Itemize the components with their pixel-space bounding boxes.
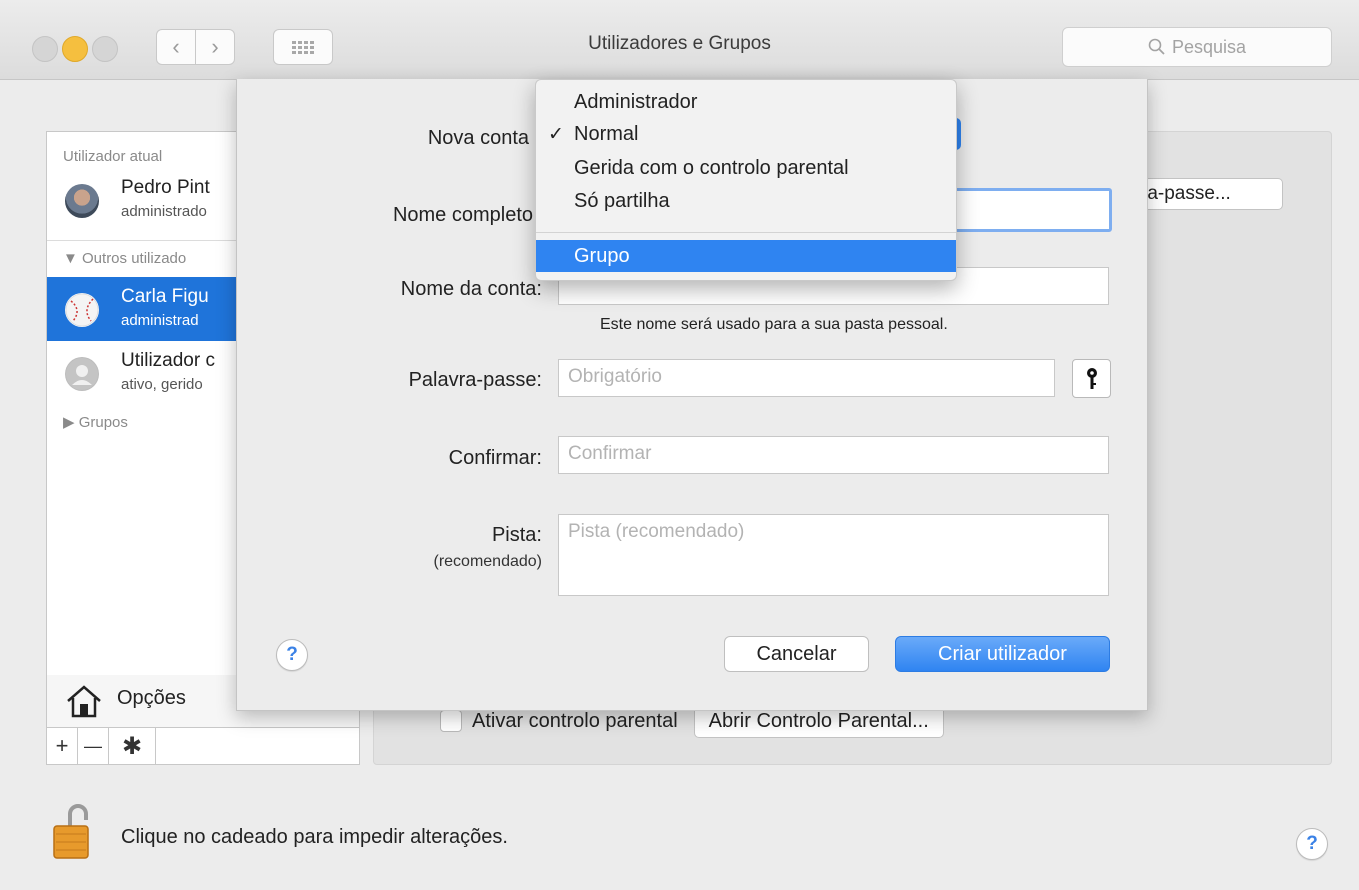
parental-control-label: Ativar controlo parental <box>472 709 678 732</box>
account-type-menu: Administrador ✓ Normal Gerida com o cont… <box>535 79 957 281</box>
user-name: Utilizador c <box>121 350 215 371</box>
create-user-button[interactable]: Criar utilizador <box>895 636 1110 672</box>
plus-icon: + <box>55 733 69 758</box>
question-icon: ? <box>286 644 298 665</box>
search-placeholder: Pesquisa <box>1171 36 1247 57</box>
confirm-placeholder: Confirmar <box>568 443 652 464</box>
user-role: administrado <box>121 203 207 220</box>
password-label: Palavra-passe: <box>408 369 542 391</box>
minus-icon: — <box>84 735 102 756</box>
hint-field[interactable]: Pista (recomendado) <box>558 514 1109 596</box>
question-icon: ? <box>1306 833 1318 854</box>
menu-item-sharing-only[interactable]: Só partilha <box>536 185 956 217</box>
account-name-label: Nome da conta: <box>400 278 542 300</box>
search-field[interactable]: Pesquisa <box>1062 27 1332 67</box>
options-label: Opções <box>117 687 186 709</box>
confirm-label: Confirmar: <box>448 447 542 469</box>
hint-label: Pista: <box>491 524 542 546</box>
user-role: ativo, gerido <box>121 376 203 393</box>
user-name: Carla Figu <box>121 286 209 307</box>
change-password-button[interactable]: ra-passe... <box>1128 178 1283 210</box>
house-icon <box>67 685 101 718</box>
new-account-label: Nova conta <box>427 127 529 149</box>
baseball-avatar-icon <box>65 293 99 327</box>
password-assistant-button[interactable] <box>1072 359 1111 398</box>
user-role: administrad <box>121 312 199 329</box>
password-field[interactable]: Obrigatório <box>558 359 1055 397</box>
menu-item-standard[interactable]: ✓ Normal <box>536 118 956 150</box>
groups-section[interactable]: ▶ Grupos <box>63 413 128 431</box>
help-button[interactable]: ? <box>276 639 308 671</box>
unlocked-padlock-icon[interactable] <box>50 802 94 862</box>
remove-account-button[interactable]: — <box>78 728 109 764</box>
add-account-button[interactable]: + <box>47 728 78 764</box>
current-user-section: Utilizador atual <box>63 148 163 165</box>
hint-placeholder: Pista (recomendado) <box>568 521 745 542</box>
title-bar: ‹ › Utilizadores e Grupos Pesquisa <box>0 0 1359 80</box>
parental-control-checkbox[interactable] <box>440 710 462 732</box>
menu-separator <box>536 232 956 233</box>
menu-item-administrator[interactable]: Administrador <box>536 86 956 118</box>
account-name-hint: Este nome será usado para a sua pasta pe… <box>600 316 948 333</box>
cancel-button[interactable]: Cancelar <box>724 636 869 672</box>
checkmark-icon: ✓ <box>548 123 564 145</box>
full-name-label: Nome completo <box>392 204 533 226</box>
other-users-section[interactable]: ▼ Outros utilizado <box>63 250 186 267</box>
action-menu-button[interactable]: ✱ <box>109 728 156 764</box>
menu-item-group[interactable]: Grupo <box>536 240 956 272</box>
avatar <box>65 184 99 218</box>
lock-status-text: Clique no cadeado para impedir alteraçõe… <box>121 826 508 848</box>
menu-item-managed-parental[interactable]: Gerida com o controlo parental <box>536 152 956 184</box>
full-name-field[interactable] <box>937 188 1112 232</box>
password-placeholder: Obrigatório <box>568 366 662 387</box>
hint-sublabel: (recomendado) <box>433 553 543 570</box>
footer-help-button[interactable]: ? <box>1296 828 1328 860</box>
user-name: Pedro Pint <box>121 177 210 198</box>
key-icon <box>1086 367 1097 389</box>
sidebar-action-bar: + — ✱ <box>46 727 360 765</box>
generic-user-avatar-icon <box>65 357 99 391</box>
confirm-password-field[interactable]: Confirmar <box>558 436 1109 474</box>
search-icon <box>1148 38 1165 55</box>
gear-icon: ✱ <box>121 732 143 760</box>
